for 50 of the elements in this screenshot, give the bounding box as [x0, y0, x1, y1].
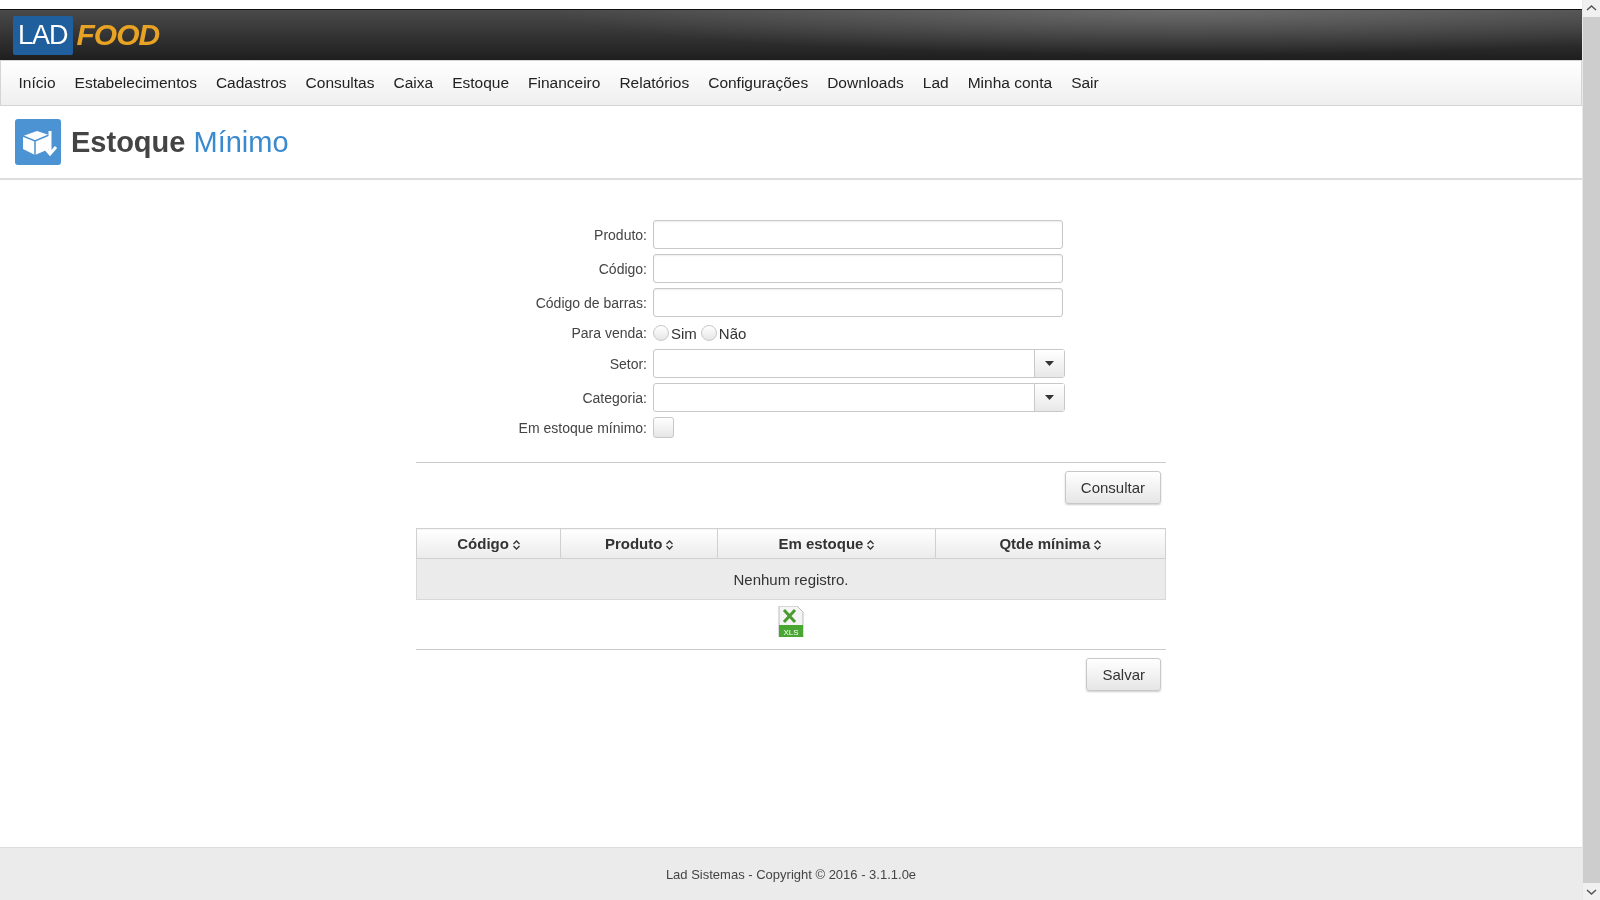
checkbox[interactable]	[653, 417, 674, 438]
nav-link[interactable]: Configurações	[698, 70, 818, 96]
text-field[interactable]	[653, 220, 1063, 249]
column-header[interactable]: Produto	[560, 528, 718, 559]
nav-link[interactable]: Caixa	[384, 70, 443, 96]
nav-link[interactable]: Cadastros	[206, 70, 297, 96]
nav-link[interactable]: Financeiro	[518, 70, 610, 96]
nav-link[interactable]: Estoque	[442, 70, 519, 96]
empty-message: Nenhum registro.	[416, 558, 1166, 600]
save-button[interactable]: Salvar	[1086, 658, 1161, 691]
radio-label: Não	[718, 324, 747, 342]
text-field[interactable]	[653, 288, 1063, 317]
nav-link[interactable]: Minha conta	[958, 70, 1062, 96]
dropdown-field[interactable]	[653, 349, 1065, 378]
text-field[interactable]	[653, 254, 1063, 283]
field-label: Setor:	[608, 355, 648, 372]
footer-text: Lad Sistemas - Copyright © 2016 - 3.1.1.0e	[665, 866, 917, 882]
sort-icon[interactable]	[512, 540, 520, 551]
field-label: Para venda:	[570, 325, 648, 341]
column-header[interactable]: Código	[416, 528, 561, 559]
column-header[interactable]: Em estoque	[717, 528, 936, 559]
dropdown-field[interactable]	[653, 383, 1065, 412]
query-button[interactable]: Consultar	[1064, 471, 1161, 504]
radio-label: Sim	[671, 324, 697, 342]
caret-icon	[1045, 361, 1054, 366]
sort-icon[interactable]	[666, 540, 674, 551]
field-label: Categoria:	[581, 389, 648, 406]
field-label: Produto:	[593, 226, 648, 243]
field-label: Em estoque mínimo:	[517, 419, 648, 436]
logo-text: LAD	[13, 15, 73, 55]
caret-icon	[1045, 395, 1054, 400]
nav-link[interactable]: Consultas	[296, 70, 384, 96]
radio-button[interactable]	[653, 325, 669, 341]
field-label: Código:	[597, 260, 648, 277]
logo-text: FOOD	[76, 18, 160, 52]
nav-link[interactable]: Relatórios	[609, 70, 699, 96]
nav-link[interactable]: Sair	[1061, 70, 1109, 96]
scrollbar[interactable]	[1582, 0, 1600, 900]
page-title: Estoque Mínimo	[71, 125, 289, 159]
radio-button[interactable]	[700, 325, 717, 341]
scroll-up-icon[interactable]	[1583, 0, 1600, 17]
column-header[interactable]: Qtde mínima	[935, 528, 1166, 559]
sort-icon[interactable]	[1094, 540, 1102, 551]
nav-link[interactable]: Lad	[913, 70, 959, 96]
sort-icon[interactable]	[867, 540, 875, 551]
nav-link[interactable]: Início	[9, 70, 66, 96]
scroll-down-icon[interactable]	[1583, 883, 1600, 900]
field-label: Código de barras:	[534, 294, 648, 311]
nav-link[interactable]: Estabelecimentos	[65, 70, 207, 96]
nav-link[interactable]: Downloads	[817, 70, 914, 96]
